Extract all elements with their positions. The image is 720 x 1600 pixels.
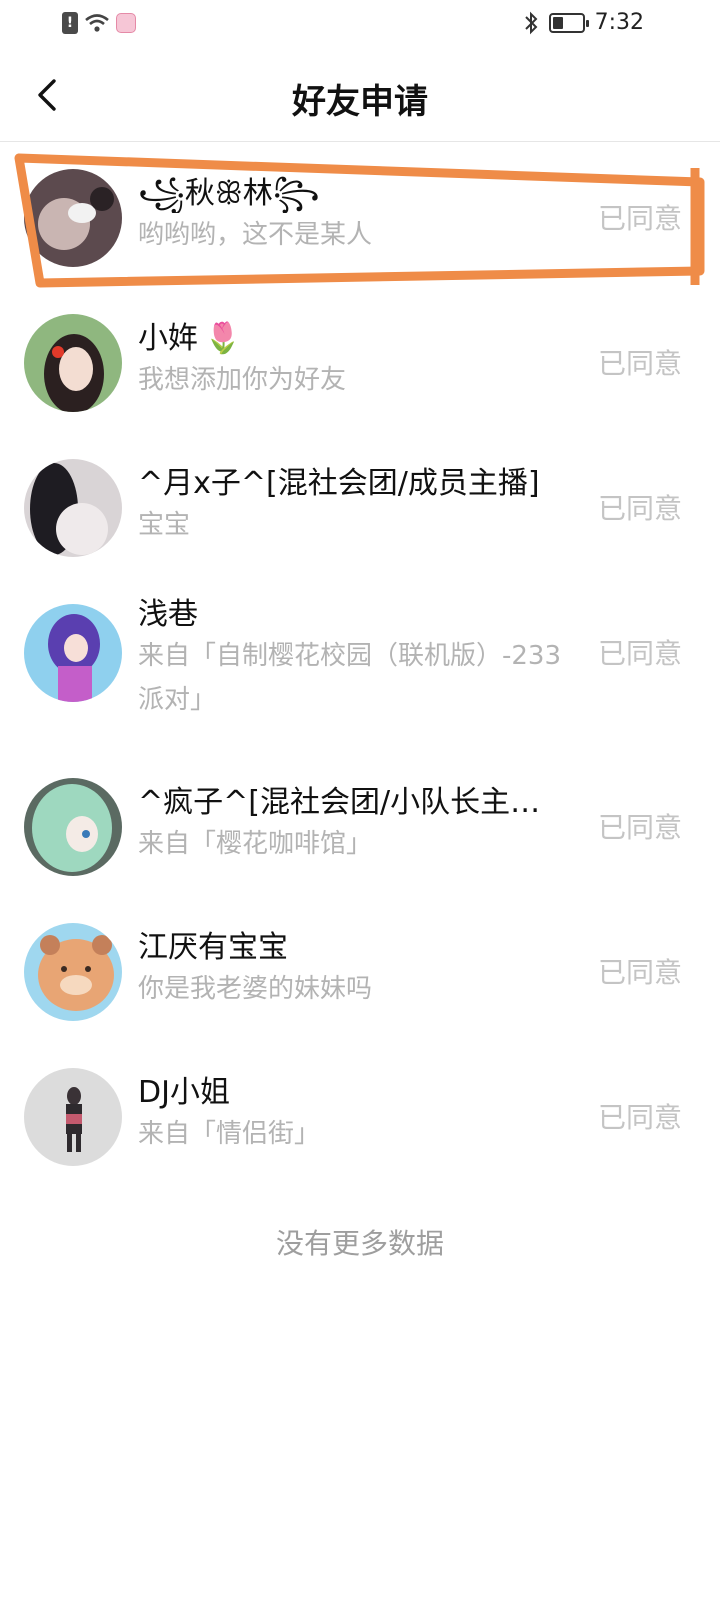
page-title: 好友申请 xyxy=(292,82,428,122)
battery-level xyxy=(552,16,563,29)
avatar[interactable] xyxy=(24,169,122,267)
top-nav-bar: 好友申请 xyxy=(0,48,720,142)
request-status: 已同意 xyxy=(597,347,682,380)
alert-icon: ! xyxy=(62,12,78,34)
request-message: 哟哟哟，这不是某人 xyxy=(138,220,373,250)
request-name: DJ小姐 xyxy=(138,1075,230,1110)
request-name: ꧁秋ꕥ林꧂ xyxy=(138,176,320,211)
request-name: 小姩 🌷 xyxy=(138,321,242,356)
no-more-data-label: 没有更多数据 xyxy=(275,1227,444,1260)
avatar[interactable] xyxy=(24,923,122,1021)
request-status: 已同意 xyxy=(597,811,682,844)
avatar[interactable] xyxy=(24,1068,122,1166)
request-status: 已同意 xyxy=(597,956,682,989)
friend-request-item[interactable]: 江厌有宝宝 你是我老婆的妹妹吗 已同意 xyxy=(0,911,720,1056)
request-message: 来自「自制樱花校园（联机版）-233派对」 xyxy=(138,641,562,715)
clock: 7:32 xyxy=(594,10,644,35)
avatar[interactable] xyxy=(24,778,122,876)
app-notification-icon xyxy=(116,13,136,33)
battery-icon xyxy=(548,12,589,33)
status-right-icons: 7:32 xyxy=(523,10,644,35)
request-status: 已同意 xyxy=(597,492,682,525)
avatar[interactable] xyxy=(24,604,122,702)
friend-request-item[interactable]: DJ小姐 来自「情侣街」 已同意 xyxy=(0,1056,720,1201)
status-bar: ! 7:32 xyxy=(0,0,720,48)
request-name: ^疯子^[混社会团/小队长主… xyxy=(138,785,541,820)
request-status: 已同意 xyxy=(597,202,682,235)
friend-request-list: ꧁秋ꕥ林꧂ 哟哟哟，这不是某人 已同意 小姩 🌷 我想添加你为好友 已同意 ^月… xyxy=(0,143,720,1201)
friend-request-item[interactable]: ^疯子^[混社会团/小队长主… 来自「樱花咖啡馆」 已同意 xyxy=(0,766,720,911)
friend-request-item[interactable]: ꧁秋ꕥ林꧂ 哟哟哟，这不是某人 已同意 xyxy=(0,143,720,288)
request-message: 你是我老婆的妹妹吗 xyxy=(138,974,373,1004)
request-message: 我想添加你为好友 xyxy=(138,365,347,395)
request-status: 已同意 xyxy=(597,1101,682,1134)
wifi-icon xyxy=(85,14,109,32)
request-message: 来自「樱花咖啡馆」 xyxy=(138,829,373,859)
tulip-emoji: 🌷 xyxy=(204,321,242,356)
request-name: ^月x子^[混社会团/成员主播] xyxy=(138,466,540,501)
bluetooth-icon xyxy=(524,11,538,34)
request-name: 江厌有宝宝 xyxy=(138,930,288,965)
friend-request-item[interactable]: 小姩 🌷 我想添加你为好友 已同意 xyxy=(0,288,720,433)
request-status: 已同意 xyxy=(597,637,682,670)
status-left-icons: ! xyxy=(62,12,136,34)
request-name: 浅巷 xyxy=(138,597,198,632)
friend-request-item[interactable]: ^月x子^[混社会团/成员主播] 宝宝 已同意 xyxy=(0,433,720,578)
friend-request-item[interactable]: 浅巷 来自「自制樱花校园（联机版）-233派对」 已同意 xyxy=(0,578,720,766)
request-message: 宝宝 xyxy=(138,510,191,540)
avatar[interactable] xyxy=(24,459,122,557)
avatar[interactable] xyxy=(24,314,122,412)
request-message: 来自「情侣街」 xyxy=(138,1119,321,1149)
